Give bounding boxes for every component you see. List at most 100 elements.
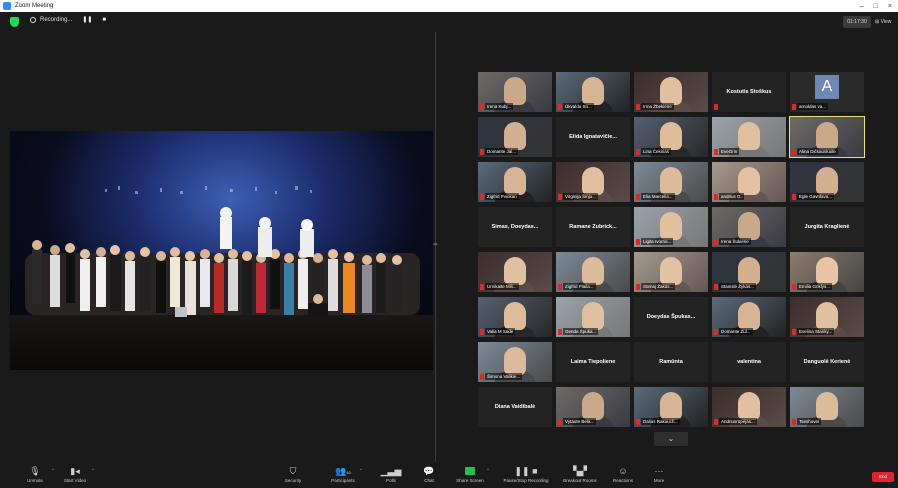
participant-name-label: Elia Marcelia... [641,193,675,200]
view-button[interactable]: ⊞ View [875,16,897,28]
participant-tile[interactable]: Alina Dičkauskaite [789,116,865,158]
participant-name-label: arnoldas va... [797,103,829,110]
participant-name-label: Ūkvalda Sn... [563,103,594,110]
participant-tile[interactable]: Ligita Ivorno... [634,207,708,247]
mic-muted-icon [714,104,718,110]
pause-recording-label: Pause/Stop Recording [503,478,549,483]
title-bar: Zoom Meeting – □ × [0,0,898,12]
resize-handle-icon[interactable]: ⇔ [432,241,439,248]
participant-name-label: Genda Špuka... [563,328,599,335]
security-button[interactable]: ⛉ Security [268,465,318,487]
participant-tile[interactable]: Elida Ignatavičie... [556,117,630,157]
participant-tile[interactable]: Lina Čekinas [634,117,708,157]
avatar: A [815,75,839,99]
mic-muted-icon [636,149,640,155]
participant-name-label: Šimona Valikie... [485,373,523,380]
participant-tile[interactable]: Stanislė Žykas... [712,252,786,292]
caret-up-icon[interactable]: ^ [92,467,94,472]
participant-name-label: Zigfrid Pviokan [485,193,519,200]
start-video-label: Start Video [63,478,87,483]
participant-tile[interactable]: Domante Zul... [712,297,786,337]
participant-tile[interactable]: Tseshuvei [790,387,864,427]
participant-tile[interactable]: Emilia Griklys... [790,252,864,292]
mic-muted-icon [792,284,796,290]
stop-recording-icon[interactable]: ■ [102,17,106,23]
participant-tile[interactable]: Zigfrid Pviokan [478,162,552,202]
participant-tile[interactable]: Ramane Zubrick... [556,207,630,247]
maximize-button[interactable]: □ [874,3,878,10]
minimize-button[interactable]: – [860,3,864,10]
participant-tile[interactable]: Irena Kubį... [478,72,552,112]
participant-tile[interactable]: Irma Žbekiene [634,72,708,112]
participant-name-label: andrius G. [719,193,744,200]
participant-name-large: Diana Vaidibalė [494,404,536,410]
participant-tile[interactable]: Irena Šukiene [712,207,786,247]
participant-tile[interactable]: Zigfrid Plaila... [556,252,630,292]
participant-name-label: Irma Žbekiene [641,103,674,110]
performers-group-image [25,186,420,317]
share-screen-button[interactable]: Share Screen ^ [445,465,495,487]
more-label: More [653,478,665,483]
mic-muted-icon [714,284,718,290]
participant-tile[interactable]: EveGrin [712,117,786,157]
mic-muted-icon [714,149,718,155]
pause-recording-icon[interactable]: ❚❚ [82,16,92,23]
close-button[interactable]: × [888,3,892,10]
zoom-window: Zoom Meeting – □ × Recording... ❚❚ ■ 01:… [0,0,898,488]
participant-tile[interactable]: Virginija Šinju... [556,162,630,202]
participant-tile[interactable]: Andriusrūpėjas... [712,387,786,427]
mic-muted-icon [480,104,484,110]
end-meeting-button[interactable]: End [872,472,894,482]
mic-muted-icon [636,284,640,290]
start-video-button[interactable]: ▮◂ Start Video ^ [50,465,100,487]
recording-indicator: Recording... ❚❚ ■ [30,16,106,23]
mic-muted-icon [792,104,796,110]
participants-button[interactable]: 👥40 Participants ^ [318,465,368,487]
participant-tile[interactable]: Dalius Rakauch... [634,387,708,427]
caret-up-icon[interactable]: ^ [487,467,489,472]
participant-tile[interactable]: Genda Špuka... [556,297,630,337]
mic-muted-icon [558,419,562,425]
participant-tile[interactable]: Danguolė Kerienė [790,342,864,382]
participant-tile[interactable]: Egle Gavrilava... [790,162,864,202]
more-button[interactable]: ··· More [634,465,684,487]
pause-recording-button[interactable]: ❚❚ ■ Pause/Stop Recording [498,465,554,487]
participant-tile[interactable]: Elia Marcelia... [634,162,708,202]
participant-tile[interactable]: Simas, Doeydas... [478,207,552,247]
shield-icon: ⛉ [289,466,297,476]
participant-tile[interactable]: Kostutis Stoškus [712,72,786,112]
participant-name-label: Domante Zul... [719,328,753,335]
participant-name-label: Evelina Stanky... [797,328,835,335]
shield-icon[interactable] [10,17,19,27]
meeting-timer: 01:17:30 [843,16,871,28]
participant-name-large: Jurgita Kraglienė [804,224,850,230]
participant-tile[interactable]: Evelina Stanky... [790,297,864,337]
participant-tile[interactable]: valentina [712,342,786,382]
zoom-logo-icon [3,2,11,10]
mic-muted-icon [792,419,796,425]
participant-tile[interactable]: Jurgita Kraglienė [790,207,864,247]
participant-tile[interactable]: Doeydas Špukas... [634,297,708,337]
participant-tile[interactable]: Vytaute Bela... [556,387,630,427]
view-label: View [880,19,892,25]
window-controls: – □ × [860,0,892,12]
caret-up-icon[interactable]: ^ [360,467,362,472]
participant-tile[interactable]: Domante Jal... [478,117,552,157]
meeting-toolbar: 🎙 Unmute ^ ▮◂ Start Video ^ ⛉ Security 👥… [0,462,898,488]
participant-tile[interactable]: andrius G. [712,162,786,202]
participant-name-large: Danguolė Kerienė [803,359,851,365]
participant-tile[interactable]: Sūrnaj Žakūs... [634,252,708,292]
participant-name-large: Kostutis Stoškus [726,89,772,95]
participant-tile[interactable]: Urnikaite Mili... [478,252,552,292]
participant-name-label: Irena Kubį... [485,103,514,110]
participant-tile[interactable]: Šimona Valikie... [478,342,552,382]
chevron-down-icon[interactable]: ⌄ [654,432,688,446]
participant-tile[interactable]: Laima Tiepoliene [556,342,630,382]
participant-tile[interactable]: Ramūnta [634,342,708,382]
mic-muted-icon [714,329,718,335]
participant-tile[interactable]: Valia M Sūde [478,297,552,337]
participant-tile[interactable]: Aarnoldas va... [790,72,864,112]
participant-tile[interactable]: Ūkvalda Sn... [556,72,630,112]
participant-tile[interactable]: Diana Vaidibalė [478,387,552,427]
mic-muted-icon [480,329,484,335]
